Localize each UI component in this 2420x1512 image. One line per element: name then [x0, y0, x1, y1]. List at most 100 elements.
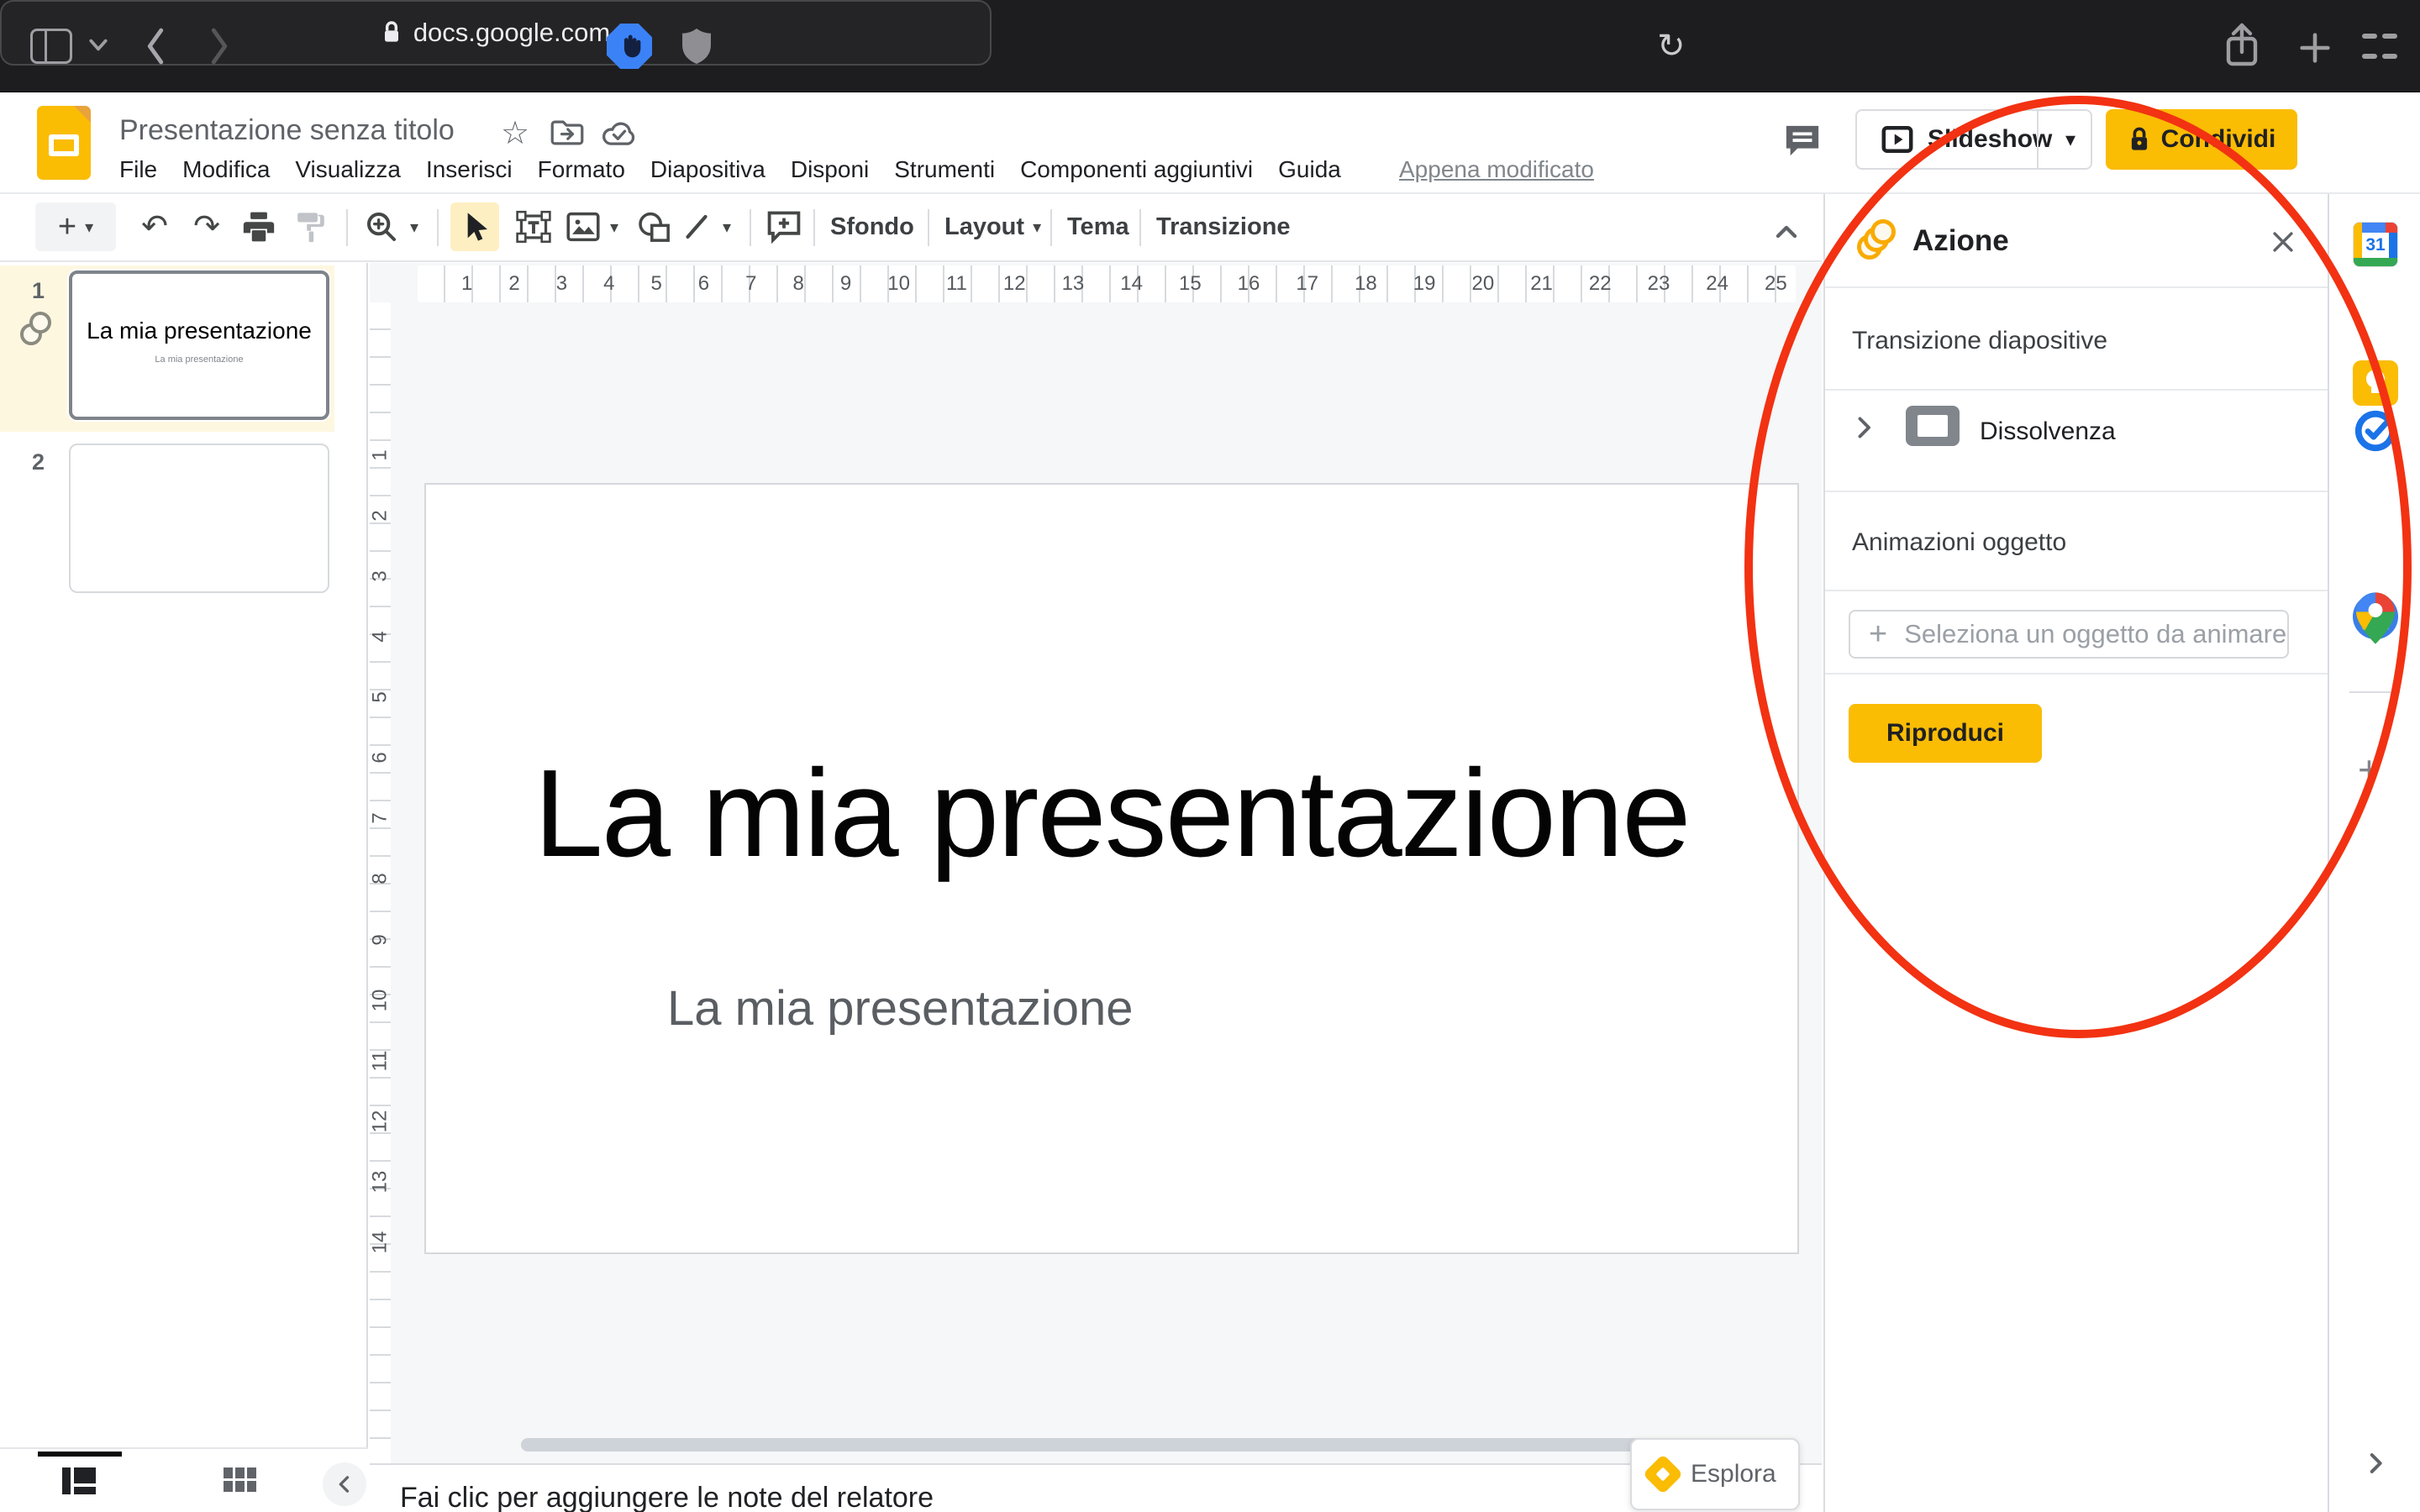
lock-icon [381, 19, 402, 46]
menu-item[interactable]: Strumenti [894, 156, 995, 183]
undo-icon[interactable]: ↶ [133, 202, 176, 251]
grid-view-icon[interactable] [224, 1467, 257, 1493]
menu-item[interactable]: Disponi [791, 156, 869, 183]
line-caret-icon[interactable]: ▾ [714, 202, 739, 251]
chevron-down-icon[interactable] [87, 37, 109, 54]
slideshow-button[interactable]: Slideshow ▾ [1855, 109, 2092, 170]
slide-number: 1 [32, 278, 45, 304]
expand-transition-icon[interactable] [1849, 412, 1879, 443]
transition-type-label[interactable]: Dissolvenza [1980, 417, 2116, 446]
star-icon[interactable]: ☆ [501, 114, 529, 152]
ruler-number: 5 [368, 692, 392, 703]
expand-rail-icon[interactable] [2361, 1449, 2390, 1478]
insert-image-icon[interactable] [561, 202, 605, 251]
slide-thumbnail-1[interactable]: La mia presentazione La mia presentazion… [69, 270, 329, 420]
slide-thumbnail-2[interactable] [69, 444, 329, 593]
back-icon[interactable] [143, 27, 168, 66]
background-button[interactable]: Sfondo [830, 202, 914, 251]
maps-icon[interactable] [2356, 592, 2402, 638]
close-panel-icon[interactable] [2269, 228, 2297, 256]
add-comment-icon[interactable] [761, 202, 807, 251]
new-tab-icon[interactable] [2296, 29, 2334, 67]
ruler-number: 6 [368, 753, 392, 764]
menu-item[interactable]: Diapositiva [650, 156, 765, 183]
ruler-number: 3 [368, 570, 392, 581]
shield-icon[interactable] [679, 24, 714, 69]
speaker-notes: Fai clic per aggiungere le note del rela… [370, 1463, 1822, 1512]
lock-icon [2128, 125, 2151, 154]
collapse-toolbar-icon[interactable] [1770, 207, 1803, 256]
canvas-workspace: 1234567891011121314151617181920212223242… [370, 263, 1822, 1463]
menu-bar: File Modifica Visualizza Inserisci Formato Di… [119, 156, 1341, 183]
filmstrip-view-icon[interactable] [62, 1467, 96, 1494]
motion-panel: Azione Transizione diapositive Dissolven… [1823, 194, 2328, 1512]
shape-tool-icon[interactable] [632, 202, 677, 251]
slides-logo-icon[interactable] [37, 106, 91, 180]
notes-placeholder[interactable]: Fai clic per aggiungere le note del rela… [400, 1482, 934, 1512]
collapse-filmstrip-button[interactable] [323, 1462, 366, 1506]
slide-subtitle-text[interactable]: La mia presentazione [667, 980, 1134, 1037]
paint-format-icon[interactable] [289, 202, 333, 251]
ruler-number: 19 [1413, 272, 1436, 296]
comments-icon[interactable] [1783, 123, 1822, 160]
redo-icon[interactable]: ↷ [185, 202, 229, 251]
ruler-number: 2 [508, 272, 519, 296]
share-button[interactable]: Condividi [2106, 109, 2297, 170]
layout-button[interactable]: Layout ▾ [944, 202, 1041, 251]
transition-button[interactable]: Transizione [1156, 202, 1291, 251]
add-addon-icon[interactable]: + [2358, 750, 2381, 789]
menu-item[interactable]: Guida [1278, 156, 1341, 183]
new-slide-button[interactable]: + ▾ [35, 202, 116, 251]
select-object-button[interactable]: + Seleziona un oggetto da animare [1849, 610, 2289, 659]
image-caret-icon[interactable]: ▾ [602, 202, 627, 251]
ruler-number: 11 [368, 1050, 392, 1071]
share-icon[interactable] [2222, 20, 2262, 71]
keep-icon[interactable] [2353, 360, 2398, 406]
slideshow-label: Slideshow [1928, 125, 2052, 154]
sidebar-toggle-icon[interactable] [30, 29, 72, 64]
caret-icon: ▾ [85, 217, 93, 238]
thumb-title: La mia presentazione [72, 318, 326, 344]
print-icon[interactable] [237, 202, 281, 251]
menu-item[interactable]: Componenti aggiuntivi [1020, 156, 1253, 183]
forward-icon[interactable] [207, 27, 232, 66]
explore-button[interactable]: Esplora [1630, 1438, 1800, 1510]
refresh-icon[interactable]: ↻ [1657, 27, 1686, 66]
play-button[interactable]: Riproduci [1849, 704, 2042, 763]
calendar-icon[interactable]: 31 [2353, 222, 2398, 267]
tasks-icon[interactable] [2353, 408, 2398, 454]
last-edited-link[interactable]: Appena modificato [1399, 156, 1594, 183]
ruler-number: 14 [1120, 272, 1143, 296]
select-tool-icon[interactable] [450, 202, 499, 251]
menu-item[interactable]: Visualizza [295, 156, 401, 183]
move-folder-icon[interactable] [550, 118, 585, 148]
tab-overview-icon[interactable] [2360, 29, 2400, 66]
ruler-number: 4 [368, 632, 392, 643]
menu-item[interactable]: Modifica [182, 156, 270, 183]
line-tool-icon[interactable] [677, 202, 716, 251]
plus-icon: + [58, 211, 76, 243]
ruler-number: 13 [1062, 272, 1085, 296]
slideshow-dropdown-caret[interactable]: ▾ [2065, 128, 2075, 152]
text-box-icon[interactable] [511, 202, 556, 251]
menu-item[interactable]: Formato [538, 156, 625, 183]
cloud-saved-icon[interactable] [600, 118, 639, 148]
explore-icon [1643, 1454, 1683, 1494]
select-object-placeholder: Seleziona un oggetto da animare [1904, 619, 2286, 649]
transition-section-label: Transizione diapositive [1852, 327, 2107, 355]
slide-title-text[interactable]: La mia presentazione [426, 752, 1797, 876]
document-title[interactable]: Presentazione senza titolo [119, 114, 455, 147]
zoom-caret-icon[interactable]: ▾ [402, 202, 427, 251]
horizontal-scrollbar[interactable] [521, 1438, 1773, 1452]
share-label: Condividi [2161, 125, 2276, 154]
dissolve-transition-icon[interactable] [1906, 406, 1960, 446]
menu-item[interactable]: Inserisci [426, 156, 513, 183]
slide-canvas[interactable]: La mia presentazione La mia presentazion… [424, 483, 1799, 1254]
slideshow-play-icon [1881, 125, 1914, 154]
theme-button[interactable]: Tema [1067, 202, 1129, 251]
filmstrip-panel: 1 La mia presentazione La mia presentazi… [0, 263, 368, 1447]
zoom-icon[interactable] [360, 202, 403, 251]
thumb-subtitle: La mia presentazione [72, 354, 326, 365]
ruler-number: 4 [603, 272, 614, 296]
menu-item[interactable]: File [119, 156, 157, 183]
